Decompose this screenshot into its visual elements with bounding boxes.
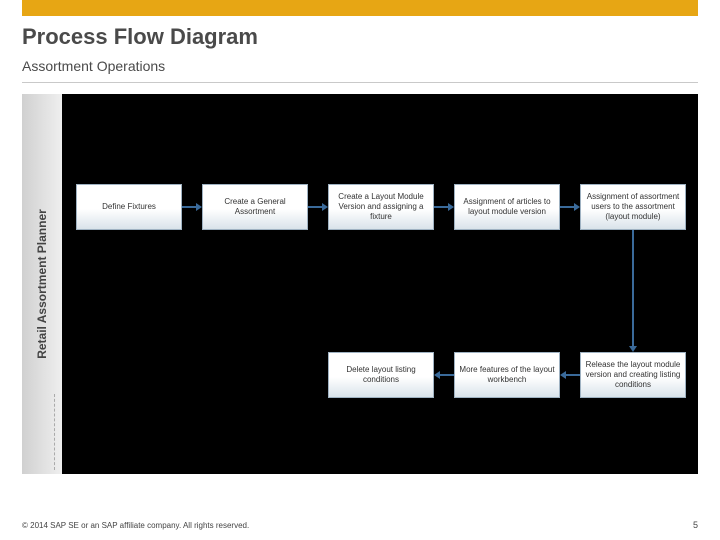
arrow-icon (434, 206, 448, 208)
brand-band (22, 0, 698, 16)
arrow-icon (632, 230, 634, 346)
step-delete-listing-conditions: Delete layout listing conditions (328, 352, 434, 398)
step-create-layout-module-version: Create a Layout Module Version and assig… (328, 184, 434, 230)
step-assign-users: Assignment of assortment users to the as… (580, 184, 686, 230)
swimlane-label: Retail Assortment Planner (35, 209, 49, 359)
swimlane-frame: Retail Assortment Planner Define Fixture… (22, 94, 698, 474)
arrow-icon (560, 206, 574, 208)
step-release-version: Release the layout module version and cr… (580, 352, 686, 398)
page-number: 5 (693, 520, 698, 530)
arrow-icon (566, 374, 580, 376)
step-define-fixtures: Define Fixtures (76, 184, 182, 230)
step-assign-articles: Assignment of articles to layout module … (454, 184, 560, 230)
footer-copyright: © 2014 SAP SE or an SAP affiliate compan… (22, 521, 249, 530)
page-title: Process Flow Diagram (22, 24, 258, 50)
divider (22, 82, 698, 83)
step-create-general-assortment: Create a General Assortment (202, 184, 308, 230)
page-subtitle: Assortment Operations (22, 58, 165, 74)
swimlane-header: Retail Assortment Planner (22, 94, 63, 474)
arrow-icon (182, 206, 196, 208)
diagram-canvas: Define Fixtures Create a General Assortm… (62, 94, 698, 474)
dashed-guide (54, 394, 55, 470)
arrow-icon (308, 206, 322, 208)
arrow-icon (440, 374, 454, 376)
step-more-features: More features of the layout workbench (454, 352, 560, 398)
